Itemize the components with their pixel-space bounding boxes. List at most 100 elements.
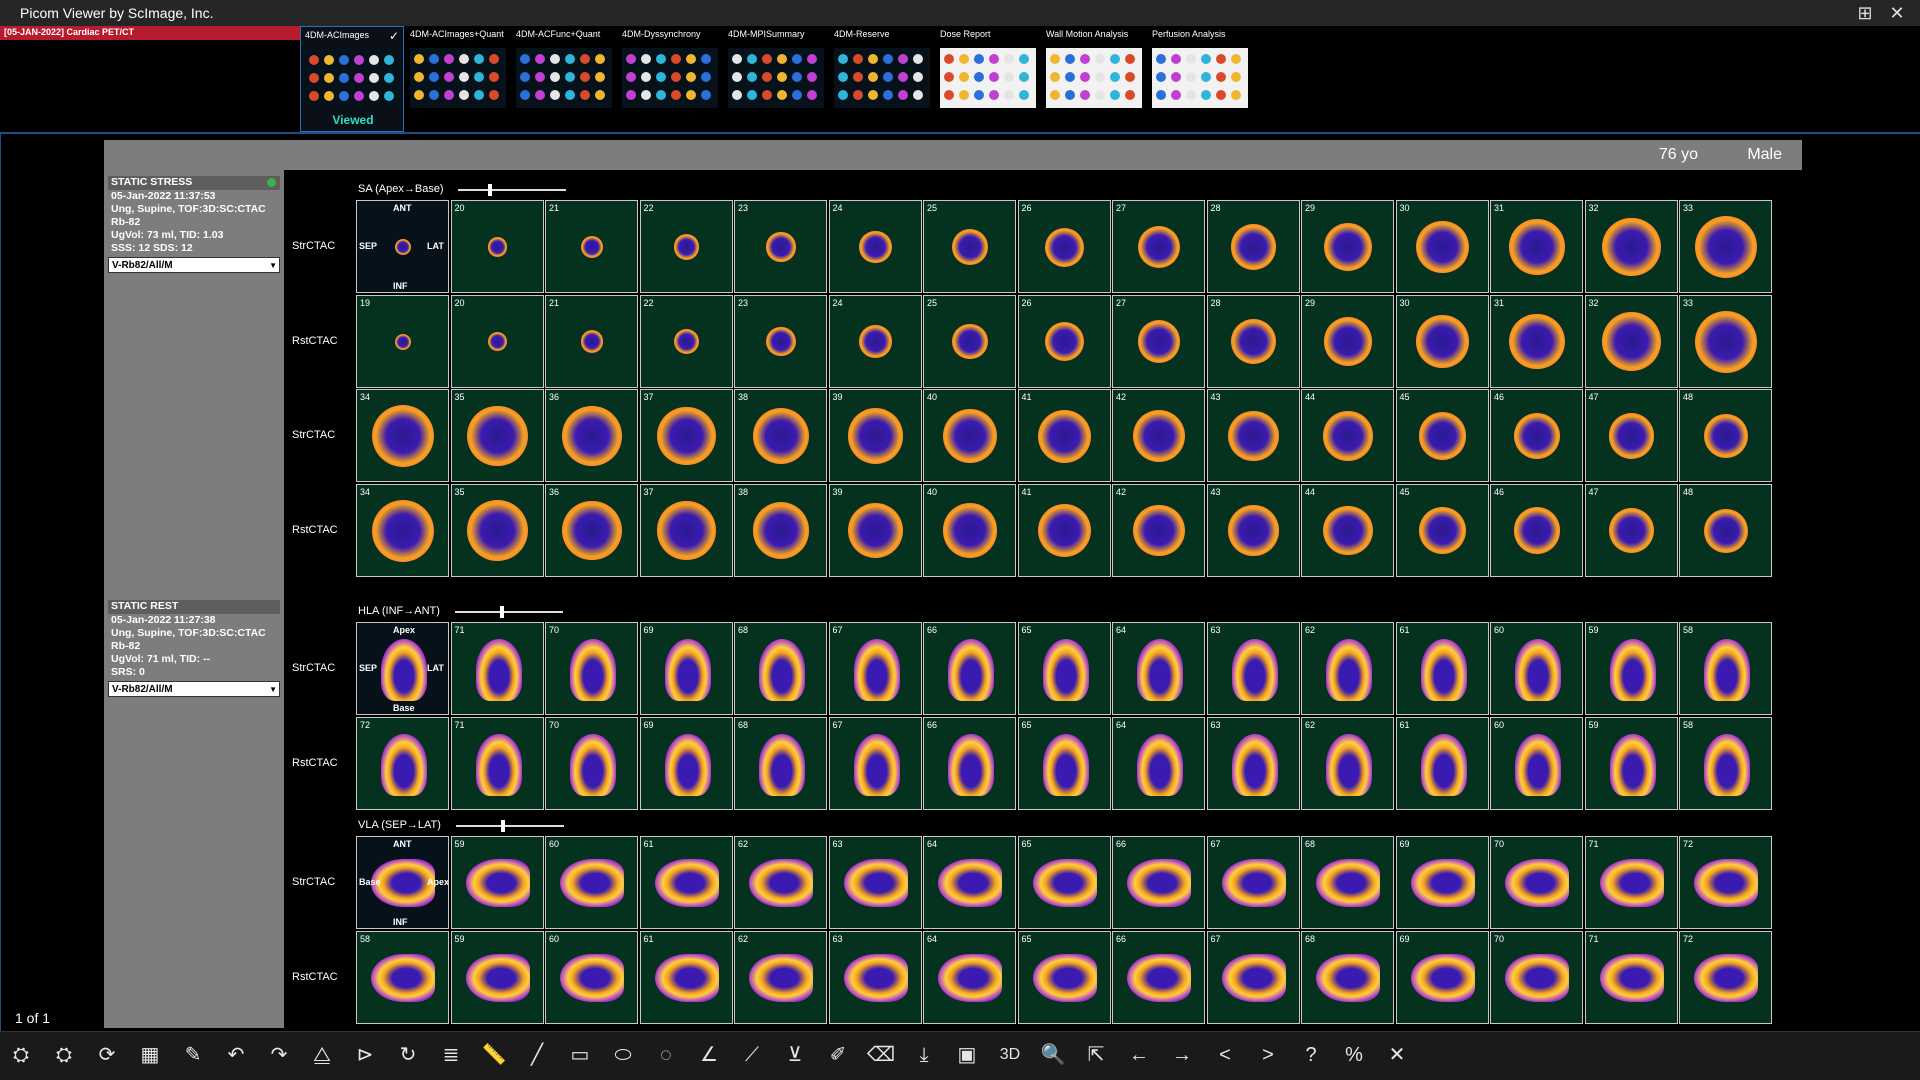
slider-knob[interactable] bbox=[501, 820, 505, 832]
image-frame[interactable]: 35 bbox=[450, 483, 544, 577]
image-frame[interactable]: 64 bbox=[923, 930, 1016, 1024]
edit-image-icon[interactable]: ✎ bbox=[178, 1040, 208, 1070]
image-frame[interactable]: 22 bbox=[639, 200, 733, 293]
image-frame[interactable]: 65 bbox=[1017, 622, 1111, 715]
image-frame[interactable]: 59 bbox=[450, 930, 544, 1024]
image-frame[interactable]: 58 bbox=[1679, 716, 1772, 810]
refresh-icon[interactable]: ⟳ bbox=[92, 1040, 122, 1070]
image-frame[interactable]: Apex Base SEP LAT bbox=[356, 622, 449, 715]
image-frame[interactable]: 67 bbox=[828, 716, 922, 810]
image-frame[interactable]: 71 bbox=[450, 716, 544, 810]
image-frame[interactable]: 70 bbox=[545, 622, 638, 715]
image-frame[interactable]: 62 bbox=[1301, 716, 1394, 810]
help-icon[interactable]: ? bbox=[1296, 1040, 1326, 1070]
image-frame[interactable]: 59 bbox=[1584, 622, 1678, 715]
image-frame[interactable]: 69 bbox=[1395, 836, 1489, 929]
image-frame[interactable]: 36 bbox=[545, 389, 638, 482]
image-frame[interactable]: 21 bbox=[545, 294, 638, 388]
image-frame[interactable]: ANT INF Base Apex bbox=[356, 836, 449, 929]
chevron-right-icon[interactable]: > bbox=[1253, 1040, 1283, 1070]
image-frame[interactable]: 43 bbox=[1206, 389, 1300, 482]
tab-dose-report[interactable]: Dose Report bbox=[936, 26, 1040, 132]
reset-icon[interactable]: ↻ bbox=[393, 1040, 423, 1070]
image-frame[interactable]: 27 bbox=[1112, 200, 1205, 293]
export-icon[interactable]: ⇱ bbox=[1081, 1040, 1111, 1070]
image-frame[interactable]: 44 bbox=[1301, 389, 1394, 482]
image-frame[interactable]: 60 bbox=[545, 930, 638, 1024]
rest-select[interactable]: V-Rb82/All/M ▼ bbox=[108, 681, 280, 697]
image-frame[interactable]: 63 bbox=[1206, 716, 1300, 810]
image-frame[interactable]: 33 bbox=[1679, 200, 1772, 293]
image-frame[interactable]: 69 bbox=[639, 622, 733, 715]
tab-4dm-acfunc-quant[interactable]: 4DM-ACFunc+Quant bbox=[512, 26, 616, 132]
patient-compare-icon[interactable]: ⛭ bbox=[49, 1040, 79, 1070]
image-frame[interactable]: 70 bbox=[1490, 930, 1583, 1024]
image-frame[interactable]: 39 bbox=[828, 389, 922, 482]
flip-horizontal-icon[interactable]: ⧋ bbox=[307, 1040, 337, 1070]
image-frame[interactable]: 66 bbox=[923, 622, 1016, 715]
angle-icon[interactable]: ∠ bbox=[694, 1040, 724, 1070]
image-frame[interactable]: 67 bbox=[1206, 836, 1300, 929]
image-frame[interactable]: 58 bbox=[1679, 622, 1772, 715]
image-frame[interactable]: 40 bbox=[923, 483, 1016, 577]
3d-icon[interactable]: 3D bbox=[995, 1040, 1025, 1070]
image-frame[interactable]: 71 bbox=[1584, 930, 1678, 1024]
image-frame[interactable]: 66 bbox=[923, 716, 1016, 810]
image-frame[interactable]: 30 bbox=[1395, 200, 1489, 293]
image-frame[interactable]: 42 bbox=[1112, 483, 1205, 577]
arrow-left-icon[interactable]: ← bbox=[1124, 1040, 1154, 1070]
image-frame[interactable]: 63 bbox=[828, 836, 922, 929]
image-frame[interactable]: 47 bbox=[1584, 483, 1678, 577]
image-frame[interactable]: 42 bbox=[1112, 389, 1205, 482]
image-frame[interactable]: 65 bbox=[1017, 836, 1111, 929]
cobb-angle-icon[interactable]: ⊻ bbox=[780, 1040, 810, 1070]
pen-icon[interactable]: ✐ bbox=[823, 1040, 853, 1070]
chevron-down-icon[interactable]: ▼ bbox=[269, 682, 277, 698]
image-frame[interactable]: 72 bbox=[1679, 930, 1772, 1024]
patient-tool-icon[interactable]: ⛭ bbox=[6, 1040, 36, 1070]
stress-select[interactable]: V-Rb82/All/M ▼ bbox=[108, 257, 280, 273]
image-frame[interactable]: 72 bbox=[356, 716, 449, 810]
image-frame[interactable]: 20 bbox=[450, 200, 544, 293]
text-annotate-icon[interactable]: ≣ bbox=[436, 1040, 466, 1070]
image-frame[interactable]: 61 bbox=[639, 930, 733, 1024]
image-frame[interactable]: 66 bbox=[1112, 836, 1205, 929]
image-frame[interactable]: 60 bbox=[545, 836, 638, 929]
image-frame[interactable]: 31 bbox=[1490, 294, 1583, 388]
image-frame[interactable]: 26 bbox=[1017, 294, 1111, 388]
image-frame[interactable]: 65 bbox=[1017, 930, 1111, 1024]
image-frame[interactable]: 47 bbox=[1584, 389, 1678, 482]
layout-grid-icon[interactable]: ⊞ bbox=[1854, 2, 1876, 24]
rotate-left-icon[interactable]: ↶ bbox=[221, 1040, 251, 1070]
image-frame[interactable]: 71 bbox=[450, 622, 544, 715]
tab-perfusion-analysis[interactable]: Perfusion Analysis bbox=[1148, 26, 1252, 132]
image-frame[interactable]: 39 bbox=[828, 483, 922, 577]
image-frame[interactable]: 19 bbox=[356, 294, 449, 388]
image-frame[interactable]: 32 bbox=[1584, 294, 1678, 388]
image-frame[interactable]: 41 bbox=[1017, 483, 1111, 577]
image-frame[interactable]: 72 bbox=[1679, 836, 1772, 929]
line-icon[interactable]: ╱ bbox=[522, 1040, 552, 1070]
image-frame[interactable]: 71 bbox=[1584, 836, 1678, 929]
image-frame[interactable]: 45 bbox=[1395, 483, 1489, 577]
image-frame[interactable]: 63 bbox=[1206, 622, 1300, 715]
ruler-icon[interactable]: 📏 bbox=[479, 1040, 509, 1070]
image-frame[interactable]: 41 bbox=[1017, 389, 1111, 482]
image-frame[interactable]: 26 bbox=[1017, 200, 1111, 293]
image-frame[interactable]: 67 bbox=[828, 622, 922, 715]
image-frame[interactable]: 35 bbox=[450, 389, 544, 482]
image-frame[interactable]: 69 bbox=[639, 716, 733, 810]
slice-slider-vla[interactable] bbox=[456, 820, 564, 832]
zoom-icon[interactable]: 🔍 bbox=[1038, 1040, 1068, 1070]
image-frame[interactable]: 48 bbox=[1679, 389, 1772, 482]
image-frame[interactable]: 62 bbox=[1301, 622, 1394, 715]
image-frame[interactable]: 40 bbox=[923, 389, 1016, 482]
tab-4dm-acimages[interactable]: 4DM-ACImages Viewed ✓ bbox=[300, 26, 404, 132]
image-frame[interactable]: 65 bbox=[1017, 716, 1111, 810]
chevron-left-icon[interactable]: < bbox=[1210, 1040, 1240, 1070]
image-frame[interactable]: 68 bbox=[1301, 836, 1394, 929]
image-frame[interactable]: 22 bbox=[639, 294, 733, 388]
arrow-right-icon[interactable]: → bbox=[1167, 1040, 1197, 1070]
image-frame[interactable]: 20 bbox=[450, 294, 544, 388]
image-frame[interactable]: 59 bbox=[450, 836, 544, 929]
